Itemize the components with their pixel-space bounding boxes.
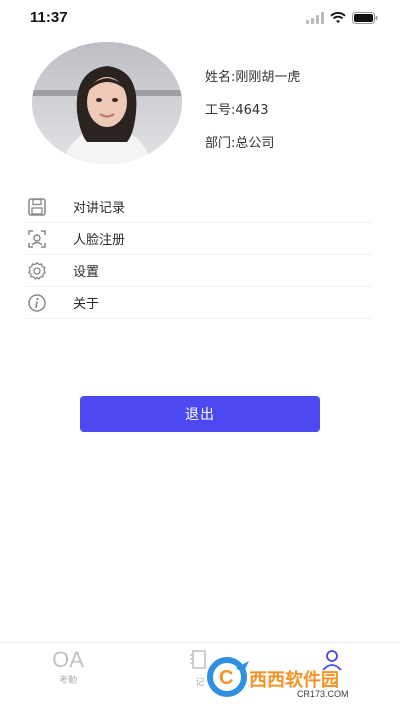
menu-item-face-registration[interactable]: 人脸注册 xyxy=(26,223,371,255)
menu-label: 关于 xyxy=(73,297,100,312)
profile-section: 姓名:刚刚胡一虎 工号:4643 部门:总公司 xyxy=(0,36,400,186)
tab-attendance[interactable]: OA 考勤 xyxy=(28,647,108,687)
menu-label: 设置 xyxy=(73,265,100,280)
logout-button[interactable]: 退出 xyxy=(80,396,320,432)
info-icon xyxy=(26,292,48,314)
menu-item-settings[interactable]: 设置 xyxy=(26,255,371,287)
save-icon xyxy=(26,196,48,218)
status-time: 11:37 xyxy=(30,9,68,26)
menu-list: 对讲记录 人脸注册 设置 关于 xyxy=(26,191,371,319)
user-name: 姓名:刚刚胡一虎 xyxy=(205,70,301,85)
battery-icon xyxy=(352,9,378,28)
svg-text:C: C xyxy=(219,667,233,689)
menu-label: 对讲记录 xyxy=(73,201,126,216)
employee-number: 工号:4643 xyxy=(205,103,269,118)
oa-icon: OA xyxy=(52,647,84,672)
watermark: C 西西软件园 CR173.COM xyxy=(205,657,383,701)
wifi-icon xyxy=(330,9,346,28)
watermark-logo-icon: C xyxy=(205,657,249,701)
watermark-url: CR173.COM xyxy=(297,689,349,699)
gear-icon xyxy=(26,260,48,282)
face-scan-icon xyxy=(26,228,48,250)
menu-item-talk-records[interactable]: 对讲记录 xyxy=(26,191,371,223)
department: 部门:总公司 xyxy=(205,136,275,151)
menu-item-about[interactable]: 关于 xyxy=(26,287,371,319)
tab-label: 考勤 xyxy=(58,676,77,686)
avatar[interactable] xyxy=(32,42,182,164)
status-bar: 11:37 xyxy=(0,0,400,36)
status-icons xyxy=(306,9,378,28)
menu-label: 人脸注册 xyxy=(73,233,126,248)
tab-bar: OA 考勤 记 C 西西软件园 CR173.COM xyxy=(0,642,400,711)
signal-icon xyxy=(306,9,324,28)
